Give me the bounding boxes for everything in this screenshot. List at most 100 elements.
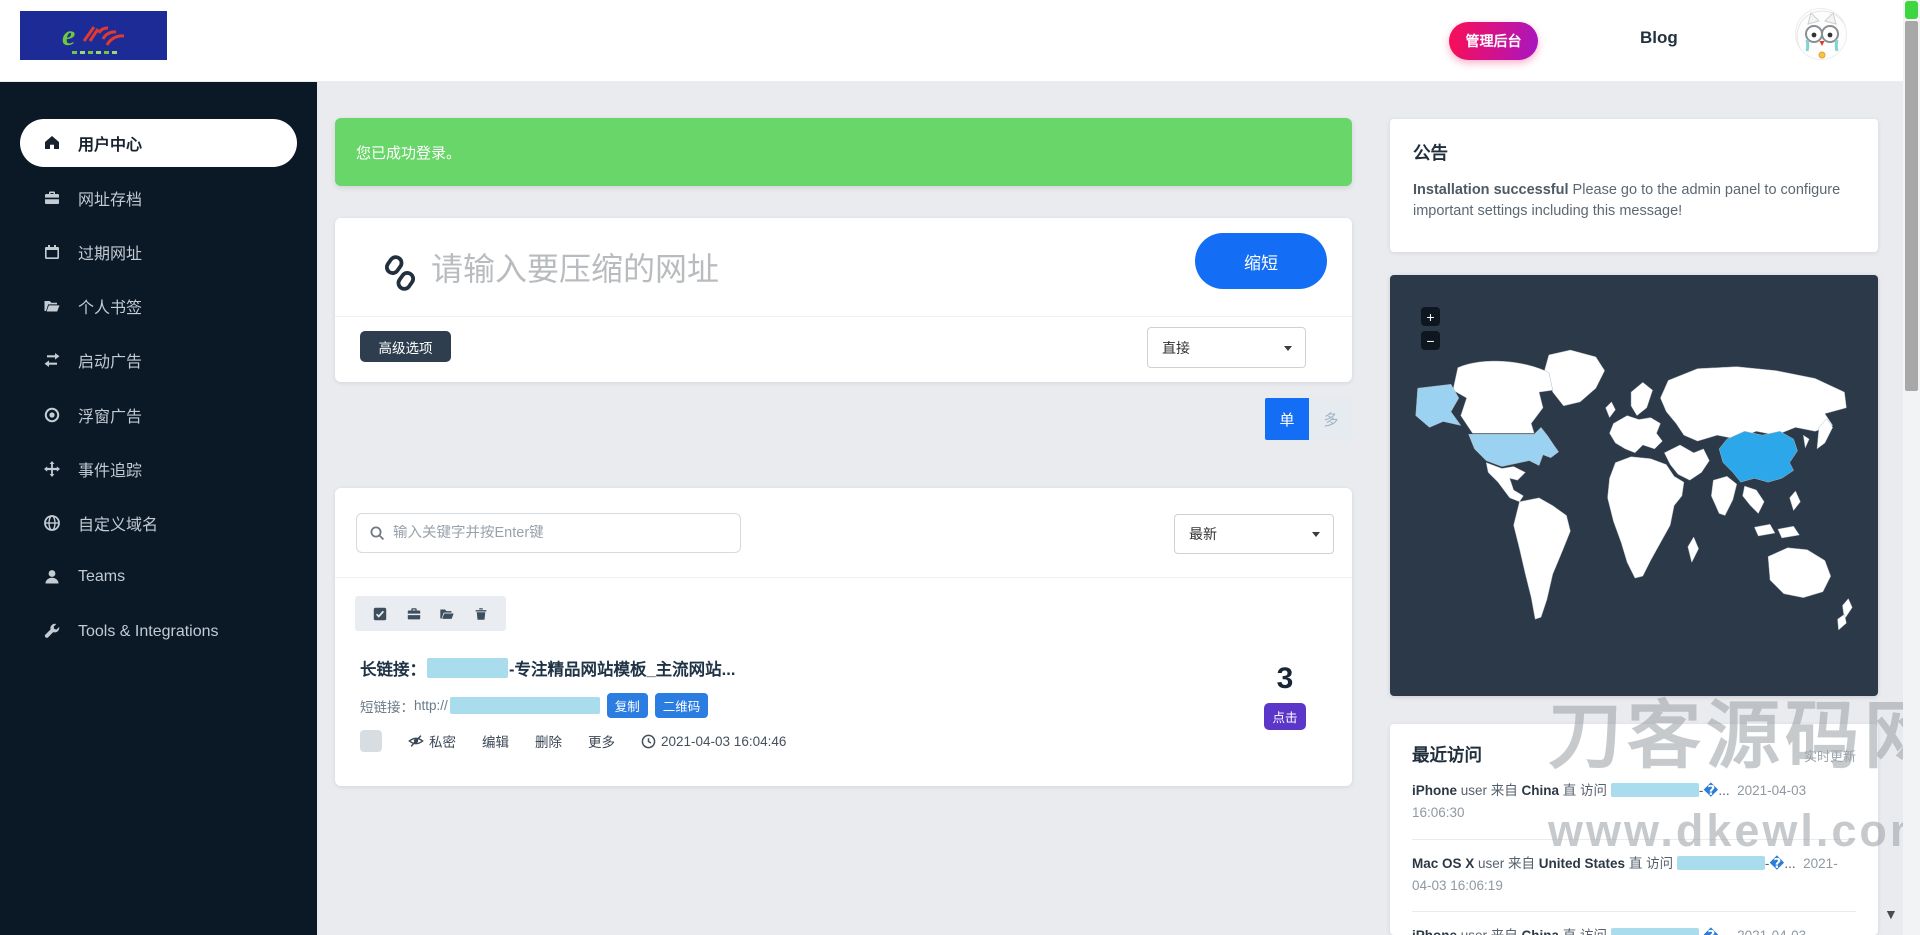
url-shortener-card: 缩短 高级选项 直接 bbox=[335, 218, 1352, 382]
link-meta-row: 私密 编辑 删除 更多 2021-04-03 16:04:46 bbox=[360, 730, 786, 752]
long-link-label: 长链接： bbox=[360, 656, 426, 680]
visit-item: Mac OS X user 来自 United States 直 访问 -�..… bbox=[1412, 840, 1856, 913]
admin-panel-button[interactable]: 管理后台 bbox=[1449, 22, 1538, 60]
alert-text: 您已成功登录。 bbox=[356, 142, 461, 163]
clicks-count: 3 bbox=[1250, 664, 1320, 694]
url-input[interactable] bbox=[431, 240, 1111, 298]
move-icon bbox=[43, 460, 61, 478]
briefcase-icon bbox=[43, 189, 61, 207]
trash-icon[interactable] bbox=[473, 606, 489, 622]
sidebar-item-label: 浮窗广告 bbox=[78, 403, 142, 427]
advanced-options-button[interactable]: 高级选项 bbox=[360, 331, 451, 362]
dot-circle-icon bbox=[43, 406, 61, 424]
sidebar-item-custom-domains[interactable]: 自定义域名 bbox=[20, 503, 297, 543]
live-update-label: 实时更新 bbox=[1804, 746, 1856, 765]
redirect-type-value: 直接 bbox=[1162, 338, 1190, 358]
links-list-card: 最新 长链接： -专注精品网站模板_主流网站... 短链接： http:// 复… bbox=[335, 488, 1352, 786]
sidebar-item-event-tracking[interactable]: 事件追踪 bbox=[20, 449, 297, 489]
blog-link[interactable]: Blog bbox=[1640, 28, 1678, 48]
redacted-link bbox=[1611, 928, 1699, 935]
login-success-alert: 您已成功登录。 bbox=[335, 118, 1352, 186]
sidebar-item-user-center[interactable]: 用户中心 bbox=[20, 119, 297, 167]
single-mode-button[interactable]: 单 bbox=[1265, 398, 1309, 440]
short-link-row: 短链接： http:// 复制 二维码 bbox=[360, 693, 708, 718]
divider bbox=[335, 577, 1352, 578]
visit-item: iPhone user 来自 China 直 访问 -�... 2021-04-… bbox=[1412, 912, 1856, 935]
sidebar-item-label: 个人书签 bbox=[78, 294, 142, 318]
visit-time: 2021-04-03 bbox=[1737, 928, 1806, 935]
recent-visits-title: 最近访问 bbox=[1412, 742, 1482, 767]
brand-logo[interactable]: e bbox=[20, 11, 167, 60]
short-link-label: 短链接： bbox=[360, 696, 414, 716]
visitor-map-card: + − bbox=[1390, 275, 1878, 696]
globe-icon bbox=[43, 514, 61, 532]
search-box bbox=[356, 513, 741, 553]
long-link-text: -专注精品网站模板_主流网站... bbox=[509, 656, 735, 680]
scrollbar-marker bbox=[1905, 1, 1918, 19]
page-scrollbar[interactable] bbox=[1903, 0, 1920, 935]
redacted-domain bbox=[427, 658, 508, 678]
sidebar-item-teams[interactable]: Teams bbox=[20, 557, 297, 597]
sort-value: 最新 bbox=[1189, 524, 1217, 544]
redirect-type-select[interactable]: 直接 bbox=[1147, 327, 1306, 368]
search-icon bbox=[369, 525, 385, 541]
recent-visits-card: 最近访问 实时更新 iPhone user 来自 China 直 访问 -�..… bbox=[1390, 724, 1878, 935]
eye-slash-icon bbox=[408, 733, 424, 749]
clicks-badge[interactable]: 点击 bbox=[1264, 703, 1305, 730]
delete-link[interactable]: 删除 bbox=[535, 731, 562, 751]
wrench-icon bbox=[43, 623, 61, 641]
shorten-button[interactable]: 缩短 bbox=[1195, 233, 1327, 289]
created-timestamp: 2021-04-03 16:04:46 bbox=[641, 734, 786, 749]
sidebar-item-float-ads[interactable]: 浮窗广告 bbox=[20, 395, 297, 435]
sort-select[interactable]: 最新 bbox=[1174, 514, 1334, 554]
clock-icon bbox=[641, 734, 656, 749]
divider bbox=[335, 316, 1352, 317]
sidebar-item-expired-urls[interactable]: 过期网址 bbox=[20, 232, 297, 272]
home-icon bbox=[43, 134, 61, 152]
sidebar-item-url-archive[interactable]: 网址存档 bbox=[20, 178, 297, 218]
sidebar-item-label: 启动广告 bbox=[78, 348, 142, 372]
redacted-link bbox=[1677, 856, 1765, 870]
sidebar-item-label: 用户中心 bbox=[78, 131, 142, 155]
multi-mode-button[interactable]: 多 bbox=[1309, 398, 1353, 440]
announcement-title: 公告 bbox=[1413, 140, 1855, 165]
sidebar-item-label: Teams bbox=[78, 568, 125, 586]
map-zoom-in-button[interactable]: + bbox=[1421, 307, 1440, 326]
sidebar-item-bookmarks[interactable]: 个人书签 bbox=[20, 286, 297, 326]
long-link-title[interactable]: 长链接： -专注精品网站模板_主流网站... bbox=[360, 656, 735, 680]
sidebar-item-label: 自定义域名 bbox=[78, 511, 158, 535]
world-map[interactable] bbox=[1404, 330, 1864, 650]
folder-open-icon bbox=[43, 297, 61, 315]
sidebar-item-label: 事件追踪 bbox=[78, 457, 142, 481]
qr-code-button[interactable]: 二维码 bbox=[655, 693, 709, 718]
select-all-checkbox-icon[interactable] bbox=[372, 606, 388, 622]
topbar: e 管理后台 Blog bbox=[0, 0, 1920, 82]
row-checkbox[interactable] bbox=[360, 730, 382, 752]
archive-icon[interactable] bbox=[406, 606, 422, 622]
short-link-prefix: http:// bbox=[414, 698, 448, 713]
clicks-counter: 3 点击 bbox=[1250, 664, 1320, 730]
sidebar-item-label: 过期网址 bbox=[78, 240, 142, 264]
user-avatar[interactable] bbox=[1795, 8, 1847, 60]
more-link[interactable]: 更多 bbox=[588, 731, 615, 751]
private-toggle[interactable]: 私密 bbox=[408, 731, 456, 751]
calendar-icon bbox=[43, 243, 61, 261]
cat-avatar-icon bbox=[1796, 9, 1847, 60]
sidebar: 用户中心 网址存档 过期网址 个人书签 启动广告 浮窗广告 事件追踪 自定义域名… bbox=[0, 82, 317, 935]
redacted-link bbox=[1611, 783, 1699, 797]
copy-button[interactable]: 复制 bbox=[607, 693, 648, 718]
folder-icon[interactable] bbox=[439, 606, 455, 622]
search-input[interactable] bbox=[393, 525, 740, 541]
svg-text:e: e bbox=[62, 19, 75, 52]
corner-caret-icon: ▼ bbox=[1884, 906, 1898, 922]
announcement-body: Installation successful Please go to the… bbox=[1413, 180, 1855, 222]
redacted-short-url bbox=[450, 697, 600, 714]
sidebar-item-label: Tools & Integrations bbox=[78, 623, 219, 641]
sidebar-item-splash-ads[interactable]: 启动广告 bbox=[20, 340, 297, 380]
brand-logo-icon: e bbox=[20, 11, 167, 60]
sidebar-item-tools-integrations[interactable]: Tools & Integrations bbox=[20, 612, 297, 652]
exchange-icon bbox=[43, 351, 61, 369]
edit-link[interactable]: 编辑 bbox=[482, 731, 509, 751]
announcement-card: 公告 Installation successful Please go to … bbox=[1390, 119, 1878, 252]
scrollbar-thumb[interactable] bbox=[1905, 21, 1918, 391]
